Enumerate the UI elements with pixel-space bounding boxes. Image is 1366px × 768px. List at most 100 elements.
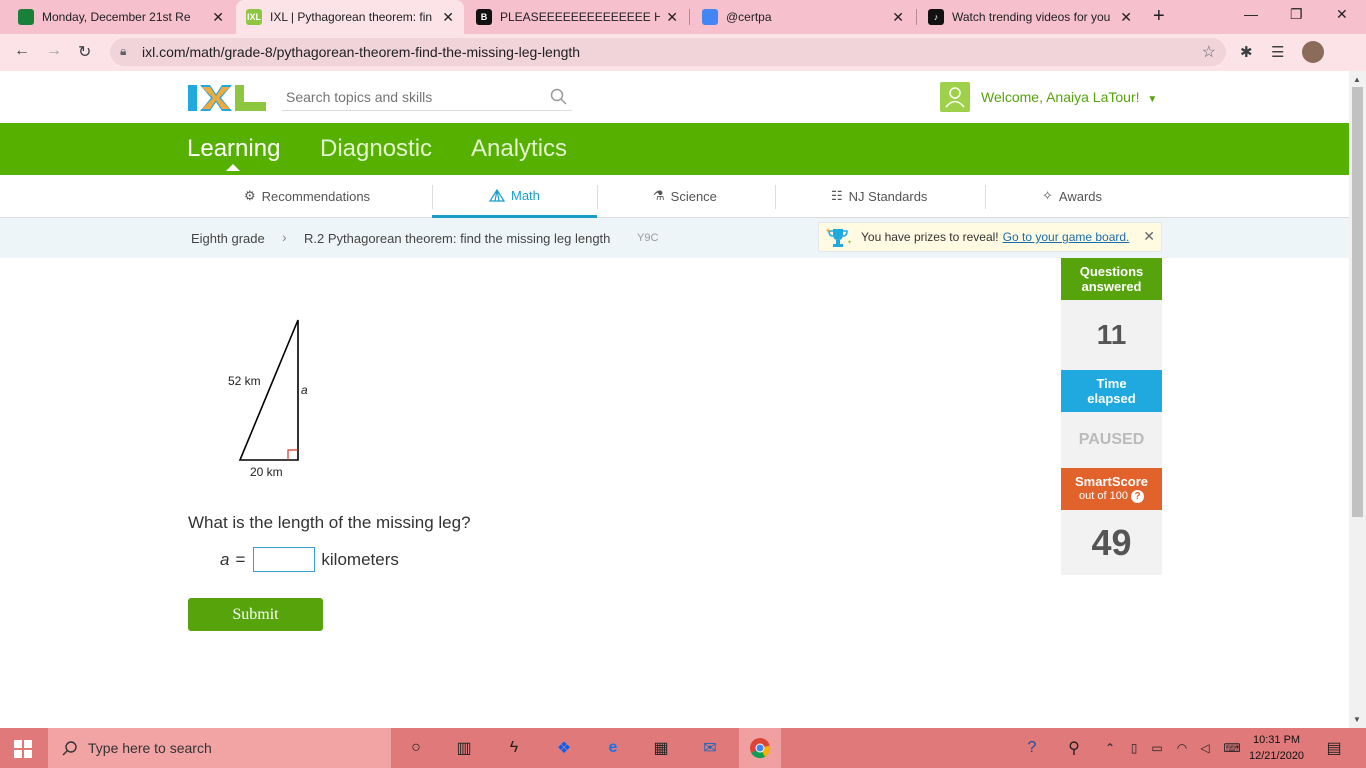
tab-tiktok[interactable]: ♪ Watch trending videos for you ✕ [918, 0, 1142, 34]
search-favicon-icon [702, 9, 718, 25]
questions-answered-value: 11 [1061, 300, 1162, 370]
unit-label: kilometers [321, 549, 399, 569]
tab-title: Watch trending videos for you [952, 10, 1111, 24]
close-tab-icon[interactable]: ✕ [666, 9, 678, 26]
search-input[interactable] [282, 85, 532, 109]
edge-icon[interactable]: e [601, 736, 625, 760]
recommendations-icon: ⚙︎ [244, 188, 256, 203]
nav-analytics[interactable]: Analytics [471, 135, 567, 163]
page-scrollbar[interactable]: ▲ ▼ [1349, 71, 1366, 728]
smartscore-value: 49 [1061, 510, 1162, 575]
store-icon[interactable]: ▦ [649, 736, 673, 760]
awards-icon: ✧ [1042, 188, 1053, 203]
chrome-icon[interactable] [748, 736, 772, 760]
bookmark-star-icon[interactable]: ☆ [1202, 42, 1216, 62]
breadcrumb-grade[interactable]: Eighth grade [191, 231, 265, 246]
scrollbar-thumb[interactable] [1352, 87, 1363, 517]
game-board-link[interactable]: Go to your game board. [1003, 230, 1130, 244]
subnav-label: Math [511, 188, 540, 203]
chevron-up-icon[interactable]: ⌃ [1098, 736, 1122, 760]
tiktok-favicon-icon: ♪ [928, 9, 944, 25]
ixl-logo[interactable] [188, 83, 266, 113]
help-icon[interactable]: ? [1131, 490, 1144, 503]
help-icon[interactable]: ? [1020, 736, 1044, 760]
tab-title: PLEASEEEEEEEEEEEEEE HELP - [500, 10, 661, 24]
taskbar-search[interactable]: Type here to search [48, 728, 391, 768]
main-nav: Learning Diagnostic Analytics [0, 123, 1349, 175]
nav-diagnostic[interactable]: Diagnostic [320, 135, 432, 163]
close-icon[interactable]: ✕ [1143, 228, 1155, 245]
svg-text:✦: ✦ [847, 239, 852, 246]
subnav-awards[interactable]: ✧ Awards [1042, 188, 1102, 204]
tab-calendar[interactable]: Monday, December 21st Re ✕ [8, 0, 234, 34]
search-icon[interactable] [550, 88, 568, 106]
media-control-icon[interactable]: ☰ [1271, 43, 1284, 61]
tab-ixl[interactable]: IXL IXL | Pythagorean theorem: fin ✕ [236, 0, 464, 34]
clock[interactable]: 10:31 PM 12/21/2020 [1249, 732, 1304, 764]
time-elapsed-value: PAUSED [1061, 412, 1162, 468]
keyboard-icon[interactable]: ⌨ [1220, 736, 1244, 760]
tab-certpa[interactable]: @certpa ✕ [692, 0, 914, 34]
minimize-icon[interactable]: — [1244, 6, 1258, 22]
classroom-favicon-icon [18, 9, 34, 25]
battery-icon[interactable]: ▭ [1145, 736, 1169, 760]
profile-avatar[interactable] [1302, 41, 1324, 63]
subnav-recommendations[interactable]: ⚙︎ Recommendations [244, 188, 370, 204]
answer-input[interactable] [253, 547, 316, 572]
volume-icon[interactable]: ◁ [1193, 736, 1217, 760]
windows-start-icon[interactable] [14, 740, 32, 758]
scroll-down-icon[interactable]: ▼ [1353, 715, 1361, 724]
close-tab-icon[interactable]: ✕ [212, 9, 224, 26]
app-icon[interactable]: ϟ [502, 736, 526, 760]
new-tab-icon[interactable]: + [1153, 5, 1165, 28]
subnav-label: Recommendations [261, 188, 371, 204]
restore-icon[interactable]: ❐ [1290, 6, 1303, 23]
smartscore-sub-label: out of 100 [1079, 490, 1128, 502]
device-icon[interactable]: ▯ [1122, 736, 1146, 760]
close-window-icon[interactable]: ✕ [1336, 6, 1348, 23]
prize-banner: ✦ ✦ You have prizes to reveal! Go to you… [818, 222, 1162, 252]
scroll-up-icon[interactable]: ▲ [1353, 75, 1361, 84]
address-bar[interactable]: 🔒︎ ixl.com/math/grade-8/pythagorean-theo… [110, 38, 1226, 66]
submit-button[interactable]: Submit [188, 598, 323, 631]
leg-label: a [301, 383, 308, 397]
reload-icon[interactable]: ↻ [78, 42, 91, 62]
smartscore-label: SmartScore [1075, 474, 1148, 489]
chevron-right-icon: › [282, 229, 287, 245]
subnav-nj-standards[interactable]: ☷ NJ Standards [831, 188, 927, 204]
search-icon [62, 741, 77, 756]
close-tab-icon[interactable]: ✕ [442, 9, 454, 26]
tab-separator [689, 9, 690, 25]
ixl-favicon-icon: IXL [246, 9, 262, 25]
time-elapsed-label: Time elapsed [1087, 376, 1136, 406]
back-icon[interactable]: ← [14, 42, 30, 60]
active-nav-caret [226, 164, 240, 171]
separator [597, 185, 598, 209]
nav-learning[interactable]: Learning [187, 135, 280, 163]
notifications-icon[interactable]: ▤ [1322, 736, 1346, 760]
subnav-label: Awards [1058, 188, 1103, 204]
time-elapsed-header: Time elapsed [1061, 370, 1162, 412]
dropbox-icon[interactable]: ❖ [552, 736, 576, 760]
prize-text: You have prizes to reveal! [861, 230, 999, 244]
hypotenuse-label: 52 km [228, 374, 261, 388]
mail-icon[interactable]: ✉ [698, 736, 722, 760]
subnav-science[interactable]: ⚗︎ Science [653, 188, 717, 204]
questions-answered-header: Questions answered [1061, 258, 1162, 300]
people-icon[interactable]: ⚲ [1062, 736, 1086, 760]
close-tab-icon[interactable]: ✕ [892, 9, 904, 26]
extensions-icon[interactable]: ✱ [1240, 43, 1253, 61]
separator [985, 185, 986, 209]
wifi-icon[interactable]: ◠ [1170, 736, 1194, 760]
tab-brainly[interactable]: B PLEASEEEEEEEEEEEEEE HELP - ✕ [466, 0, 688, 34]
forward-icon[interactable]: → [46, 42, 62, 60]
cortana-icon[interactable]: ○ [404, 736, 428, 760]
welcome-menu[interactable]: Welcome, Anaiya LaTour! ▼ [981, 89, 1157, 105]
base-label: 20 km [250, 465, 283, 479]
task-view-icon[interactable]: ▥ [452, 736, 476, 760]
tab-title: @certpa [726, 10, 772, 24]
search-box [282, 85, 572, 111]
close-tab-icon[interactable]: ✕ [1120, 9, 1132, 26]
user-avatar[interactable] [940, 82, 970, 112]
subnav-math[interactable]: Math [489, 188, 540, 203]
